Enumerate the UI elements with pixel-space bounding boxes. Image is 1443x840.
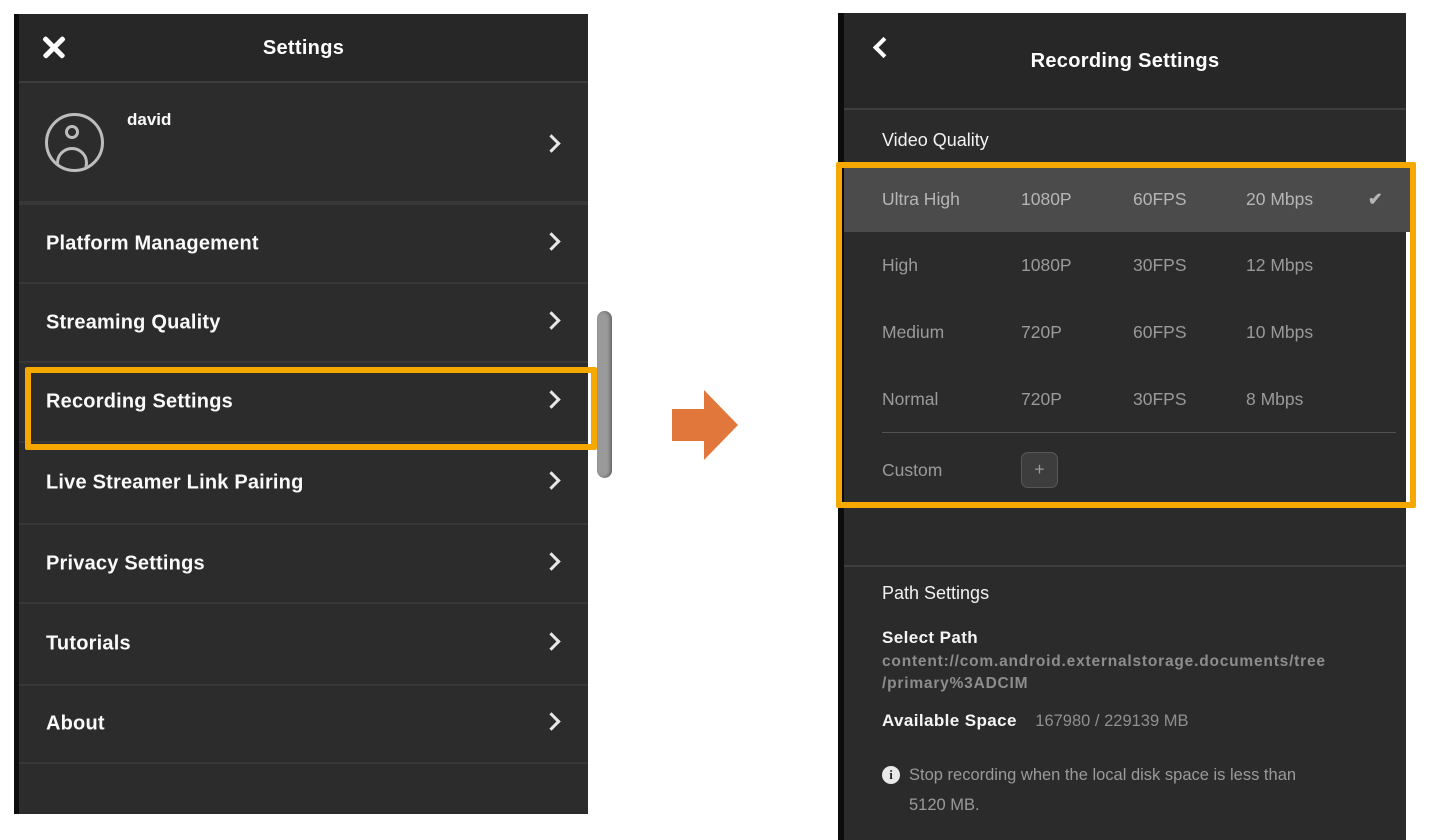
sidebar-item-privacy-settings[interactable]: Privacy Settings (19, 523, 588, 602)
sidebar-item-streaming-quality[interactable]: Streaming Quality (19, 282, 588, 361)
menu-label: Tutorials (46, 633, 131, 656)
menu-label: Streaming Quality (46, 311, 221, 334)
quality-row-ultra-high[interactable]: Ultra High 1080P 60FPS 20 Mbps ✔ (844, 167, 1410, 232)
video-quality-section-label: Video Quality (882, 130, 989, 151)
sidebar-item-tutorials[interactable]: Tutorials (19, 602, 588, 684)
screenshot-stage: Settings david Platform Management Strea… (0, 0, 1443, 840)
available-space-row: Available Space 167980 / 229139 MB (882, 711, 1382, 731)
recording-settings-title: Recording Settings (844, 13, 1406, 110)
info-icon: i (882, 766, 900, 784)
menu-label: Platform Management (46, 232, 259, 255)
arrow-right-icon (672, 390, 738, 460)
note-line1: Stop recording when the local disk space… (909, 766, 1296, 784)
settings-header: Settings (19, 14, 588, 83)
quality-fps: 60FPS (1133, 189, 1246, 210)
select-path-label: Select Path (882, 628, 1382, 648)
quality-bitrate: 12 Mbps (1246, 255, 1368, 276)
settings-title: Settings (19, 14, 588, 83)
quality-row-high[interactable]: High 1080P 30FPS 12 Mbps (844, 232, 1410, 299)
note-line2: 5120 MB. (909, 796, 980, 814)
chevron-right-icon (542, 134, 560, 152)
quality-resolution: 1080P (1021, 189, 1133, 210)
select-path-block[interactable]: Select Path content://com.android.extern… (882, 628, 1382, 695)
sidebar-item-about[interactable]: About (19, 684, 588, 762)
sidebar-item-recording-settings[interactable]: Recording Settings (19, 361, 588, 441)
quality-name: Medium (882, 322, 1021, 343)
scrollbar-thumb[interactable] (597, 311, 612, 478)
chevron-right-icon (542, 232, 560, 250)
path-settings-section-label: Path Settings (882, 583, 989, 604)
quality-fps: 30FPS (1133, 389, 1246, 410)
quality-bitrate: 8 Mbps (1246, 389, 1368, 410)
chevron-right-icon (542, 632, 560, 650)
quality-row-normal[interactable]: Normal 720P 30FPS 8 Mbps (844, 366, 1410, 432)
menu-footer-strip (19, 762, 588, 814)
sidebar-item-live-streamer-link-pairing[interactable]: Live Streamer Link Pairing (19, 441, 588, 523)
quality-row-custom: Custom + (844, 433, 1410, 507)
recording-settings-screen: Recording Settings Video Quality Ultra H… (838, 13, 1406, 840)
plus-icon[interactable]: + (1021, 452, 1058, 488)
custom-label: Custom (882, 460, 1021, 481)
chevron-right-icon (542, 552, 560, 570)
profile-name: david (127, 110, 171, 130)
profile-row[interactable]: david (19, 83, 588, 203)
check-icon: ✔ (1368, 191, 1410, 209)
quality-name: High (882, 255, 1021, 276)
sidebar-item-platform-management[interactable]: Platform Management (19, 203, 588, 282)
available-space-value: 167980 / 229139 MB (1035, 712, 1188, 730)
quality-row-medium[interactable]: Medium 720P 60FPS 10 Mbps (844, 299, 1410, 366)
path-uri-line2: /primary%3ADCIM (882, 673, 1382, 695)
quality-name: Normal (882, 389, 1021, 410)
section-divider (844, 565, 1406, 567)
menu-label: Privacy Settings (46, 552, 205, 575)
chevron-right-icon (542, 712, 560, 730)
settings-screen: Settings david Platform Management Strea… (14, 14, 588, 814)
menu-label: Live Streamer Link Pairing (46, 472, 304, 495)
quality-resolution: 720P (1021, 389, 1133, 410)
chevron-right-icon (542, 390, 560, 408)
chevron-right-icon (542, 471, 560, 489)
quality-resolution: 720P (1021, 322, 1133, 343)
quality-resolution: 1080P (1021, 255, 1133, 276)
quality-bitrate: 20 Mbps (1246, 189, 1368, 210)
chevron-right-icon (542, 311, 560, 329)
path-uri-line1: content://com.android.externalstorage.do… (882, 651, 1382, 673)
menu-label: Recording Settings (46, 391, 233, 414)
quality-bitrate: 10 Mbps (1246, 322, 1368, 343)
avatar-icon (45, 113, 104, 172)
quality-fps: 60FPS (1133, 322, 1246, 343)
recording-settings-header: Recording Settings (844, 13, 1406, 110)
disk-space-note: i Stop recording when the local disk spa… (882, 760, 1387, 820)
quality-name: Ultra High (882, 189, 1021, 210)
menu-label: About (46, 713, 105, 736)
quality-fps: 30FPS (1133, 255, 1246, 276)
available-space-label: Available Space (882, 711, 1017, 730)
